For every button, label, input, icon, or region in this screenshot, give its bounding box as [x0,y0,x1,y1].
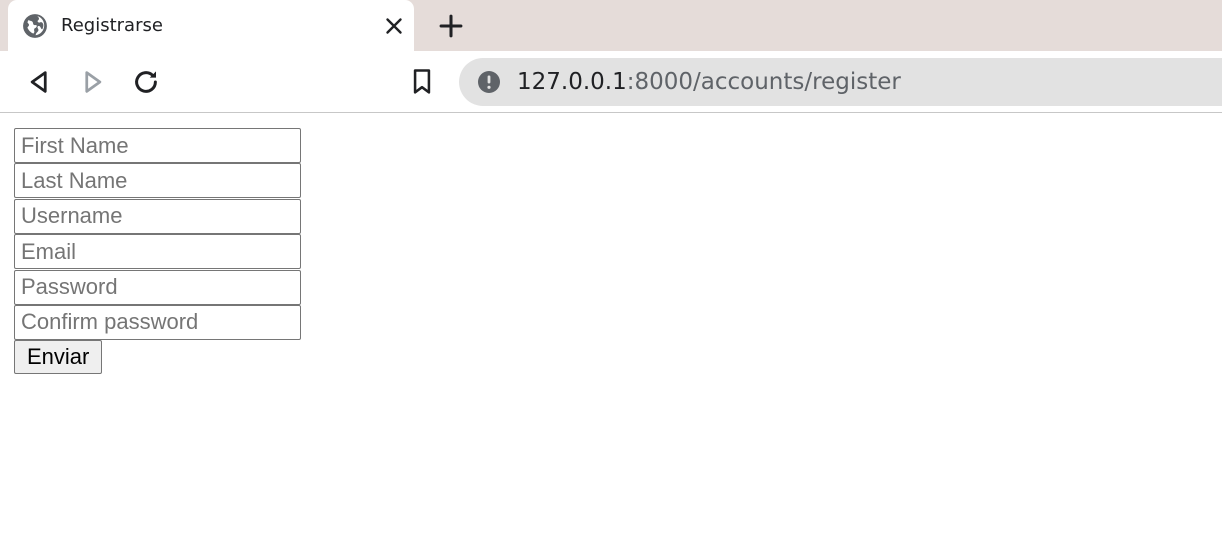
submit-button[interactable]: Enviar [14,340,103,375]
browser-tab-registrarse[interactable]: Registrarse [8,0,414,51]
tab-strip: Registrarse [0,0,1222,51]
password-input[interactable] [14,269,301,305]
forward-arrow-icon[interactable] [78,67,108,97]
plus-icon[interactable] [437,12,465,40]
first-name-input[interactable] [14,128,301,163]
username-input[interactable] [14,198,301,234]
register-form: Enviar [14,128,314,375]
tab-title: Registrarse [61,15,163,36]
close-icon[interactable] [382,14,406,38]
url-host: 127.0.0.1 [517,69,627,95]
email-input[interactable] [14,234,301,270]
reload-icon[interactable] [131,67,161,97]
globe-icon [23,14,47,38]
info-icon[interactable] [477,70,501,94]
url-text: 127.0.0.1:8000/accounts/register [517,69,901,95]
browser-toolbar: 127.0.0.1:8000/accounts/register [0,51,1222,113]
bookmark-icon[interactable] [408,67,436,97]
url-path: :8000/accounts/register [626,69,901,95]
confirm-password-input[interactable] [14,304,301,340]
last-name-input[interactable] [14,163,301,199]
address-bar[interactable]: 127.0.0.1:8000/accounts/register [459,58,1222,106]
back-arrow-icon[interactable] [24,67,54,97]
